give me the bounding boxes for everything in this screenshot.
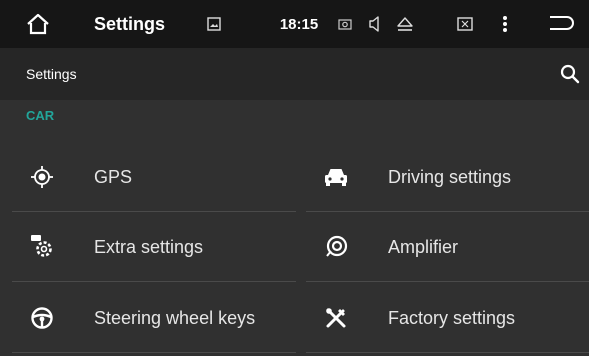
divider: [306, 352, 589, 353]
more-icon[interactable]: [496, 0, 514, 48]
divider: [12, 352, 296, 353]
settings-list: CAR GPS Driving settings Extra settings …: [0, 100, 589, 356]
settings-item-label: Factory settings: [388, 307, 516, 328]
divider: [12, 211, 296, 212]
section-header: CAR: [26, 108, 55, 123]
settings-item-factory[interactable]: Factory settings: [306, 285, 589, 351]
page-title: Settings: [26, 66, 77, 82]
settings-gear-icon: [27, 232, 57, 262]
search-icon[interactable]: [556, 60, 584, 88]
volume-icon[interactable]: [364, 0, 386, 48]
speaker-icon: [321, 232, 351, 262]
settings-item-label: Extra settings: [94, 236, 204, 257]
settings-item-label: Steering wheel keys: [94, 307, 256, 328]
settings-item-steering[interactable]: Steering wheel keys: [0, 285, 296, 351]
divider: [12, 281, 296, 282]
back-icon[interactable]: [544, 0, 578, 48]
divider: [306, 281, 589, 282]
camera-icon[interactable]: [334, 0, 356, 48]
status-bar: Settings 18:15: [0, 0, 589, 48]
settings-item-gps[interactable]: GPS: [0, 144, 296, 210]
clock: 18:15: [279, 15, 319, 33]
car-icon: [321, 162, 351, 192]
settings-item-driving[interactable]: Driving settings: [306, 144, 589, 210]
divider: [306, 211, 589, 212]
gps-icon: [27, 162, 57, 192]
screenshot-icon[interactable]: [454, 0, 476, 48]
settings-item-extra[interactable]: Extra settings: [0, 214, 296, 280]
settings-item-label: Driving settings: [388, 166, 512, 187]
eject-icon[interactable]: [392, 0, 418, 48]
tools-icon: [321, 303, 351, 333]
action-bar: Settings: [0, 48, 589, 100]
picture-icon[interactable]: [202, 0, 226, 48]
settings-item-amplifier[interactable]: Amplifier: [306, 214, 589, 280]
settings-item-label: Amplifier: [388, 236, 459, 257]
status-bar-title: Settings: [94, 13, 166, 34]
steering-wheel-icon: [27, 303, 57, 333]
settings-item-label: GPS: [94, 166, 133, 187]
home-icon[interactable]: [18, 0, 58, 48]
